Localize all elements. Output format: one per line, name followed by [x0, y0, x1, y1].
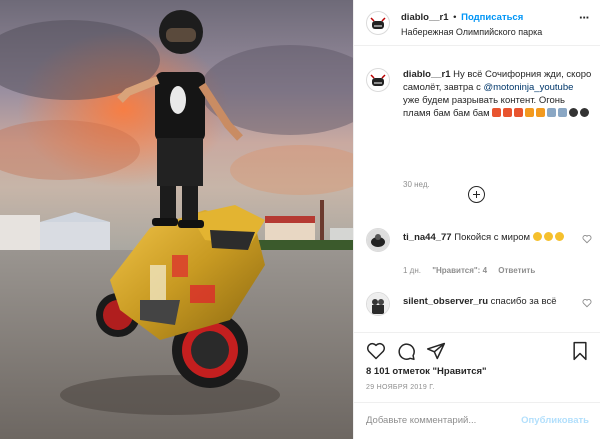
- rocket-icon: [558, 108, 568, 117]
- author-avatar[interactable]: [366, 11, 390, 35]
- sad-face-icon: [554, 232, 564, 241]
- comments-list[interactable]: diablo__r1 Ну всё Сочифорния жди, скоро …: [354, 46, 600, 332]
- publish-button[interactable]: Опубликовать: [521, 415, 589, 426]
- comment-username[interactable]: ti_na44_77: [403, 232, 452, 243]
- sad-face-icon: [532, 232, 542, 241]
- fire-icon: [536, 108, 546, 117]
- caption-emojis: [492, 107, 591, 120]
- post-details-panel: diablo__r1 • Подписаться Набережная Олим…: [353, 0, 600, 439]
- collision-icon: [492, 108, 502, 117]
- comment-time[interactable]: 1 дн.: [403, 266, 421, 275]
- motorcycle-photo: [0, 0, 353, 439]
- bomb-icon: [569, 108, 579, 117]
- comment-heart-icon[interactable]: [582, 234, 592, 244]
- caption-username[interactable]: diablo__r1: [403, 69, 451, 80]
- caption-age: 30 нед.: [403, 180, 430, 189]
- commenter-avatar[interactable]: [366, 292, 390, 316]
- add-circle-icon[interactable]: [468, 186, 485, 203]
- commenter-avatar[interactable]: [366, 228, 390, 252]
- more-options-icon[interactable]: ···: [579, 11, 590, 24]
- caption-avatar[interactable]: [366, 68, 390, 92]
- follow-button[interactable]: Подписаться: [461, 12, 523, 23]
- sad-face-icon: [543, 232, 553, 241]
- comment-username[interactable]: silent_observer_ru: [403, 296, 488, 307]
- collision-icon: [503, 108, 513, 117]
- reply-button[interactable]: Ответить: [498, 266, 535, 275]
- heart-icon[interactable]: [366, 341, 386, 361]
- post-location[interactable]: Набережная Олимпийского парка: [401, 27, 542, 37]
- comment-text: спасибо за всё: [490, 296, 557, 307]
- add-comment-bar: Добавьте комментарий... Опубликовать: [354, 402, 600, 439]
- rocket-icon: [547, 108, 557, 117]
- comment-input[interactable]: Добавьте комментарий...: [366, 415, 516, 426]
- share-icon[interactable]: [426, 341, 446, 361]
- comment-emojis: [532, 231, 566, 244]
- post-header: diablo__r1 • Подписаться Набережная Олим…: [354, 0, 600, 46]
- comment-icon[interactable]: [396, 341, 416, 361]
- bookmark-icon[interactable]: [571, 341, 589, 361]
- post-date: 29 НОЯБРЯ 2019 Г.: [366, 384, 435, 391]
- fire-icon: [525, 108, 535, 117]
- author-username[interactable]: diablo__r1: [401, 12, 449, 23]
- separator-dot: •: [453, 12, 457, 23]
- bomb-icon: [580, 108, 590, 117]
- likes-count[interactable]: 8 101 отметок "Нравится": [366, 366, 487, 377]
- caption-mention-link[interactable]: @motoninja_youtube: [483, 82, 573, 93]
- comment-meta: 1 дн. "Нравится": 4 Ответить: [403, 266, 544, 275]
- comment-likes[interactable]: "Нравится": 4: [432, 266, 487, 275]
- comment-heart-icon[interactable]: [582, 298, 592, 308]
- post-photo[interactable]: [0, 0, 353, 439]
- comment-text: Покойся с миром: [454, 232, 531, 244]
- collision-icon: [514, 108, 524, 117]
- post-actions: [354, 332, 600, 368]
